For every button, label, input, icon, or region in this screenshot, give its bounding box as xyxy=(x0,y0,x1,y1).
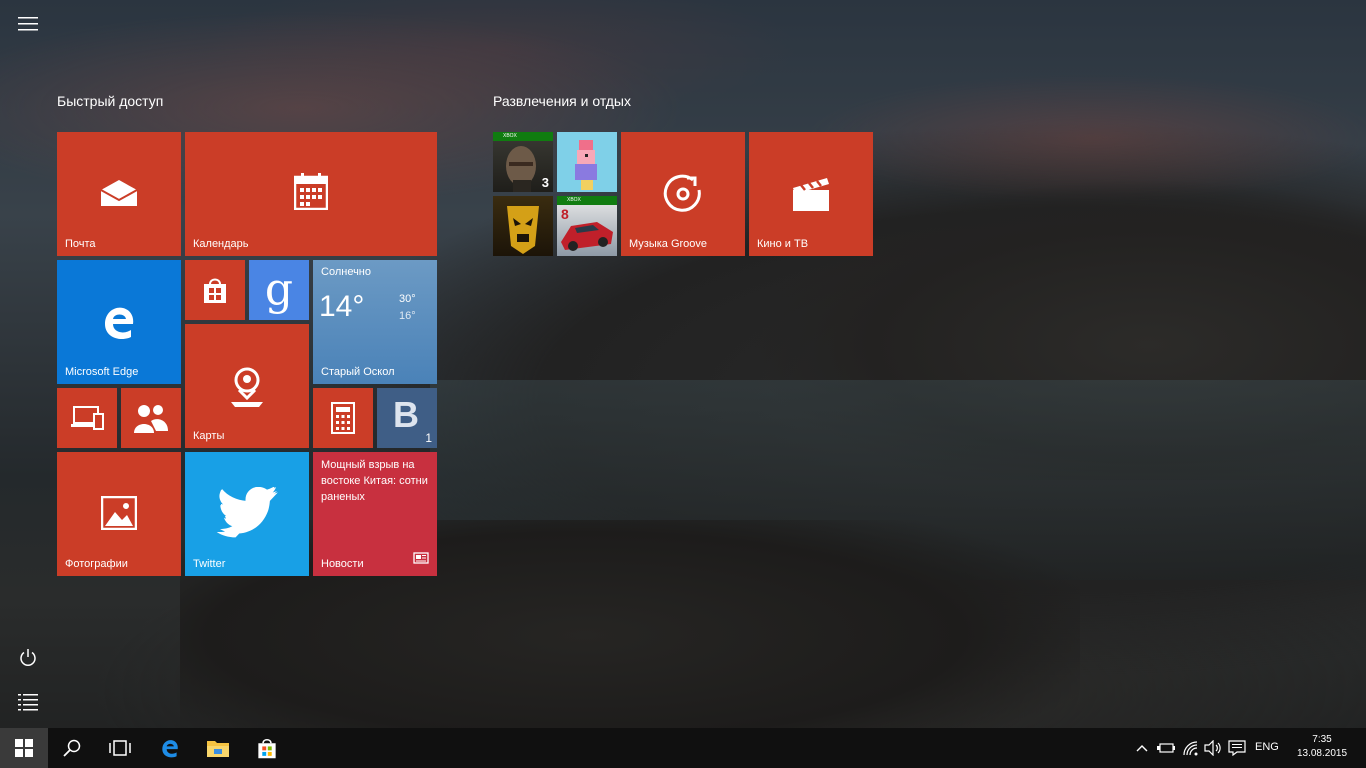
mail-icon xyxy=(99,178,139,208)
google-icon: g xyxy=(264,264,294,315)
tile-photos-label: Фотографии xyxy=(65,558,128,570)
battery-icon xyxy=(1157,743,1175,753)
taskbar-store-button[interactable] xyxy=(243,728,291,768)
shadow-game xyxy=(507,206,539,254)
groove-icon xyxy=(663,174,703,214)
speaker-icon xyxy=(1204,740,1221,756)
all-apps-icon xyxy=(18,694,38,711)
tile-google[interactable]: g xyxy=(249,260,309,320)
tile-groove-label: Музыка Groove xyxy=(629,238,708,250)
group-title-entertainment[interactable]: Развлечения и отдых xyxy=(493,93,631,109)
tile-calculator[interactable] xyxy=(313,388,373,448)
vk-logo-letter: В xyxy=(393,394,419,435)
weather-temp: 14° xyxy=(319,290,365,323)
tile-edge[interactable]: Microsoft Edge xyxy=(57,260,181,384)
tile-game-shadow[interactable] xyxy=(493,196,553,256)
taskbar-edge-button[interactable] xyxy=(146,728,194,768)
tile-mail-label: Почта xyxy=(65,238,96,250)
edge-icon xyxy=(99,302,139,342)
wifi-icon xyxy=(1183,741,1198,756)
tile-people[interactable] xyxy=(121,388,181,448)
devices-icon xyxy=(70,406,104,430)
battery-button[interactable] xyxy=(1156,738,1176,758)
volume-button[interactable] xyxy=(1203,738,1223,758)
input-language-indicator[interactable]: ENG xyxy=(1255,741,1279,753)
tile-calendar[interactable]: Календарь xyxy=(185,132,437,256)
crossy-road-game xyxy=(575,140,597,190)
tile-movies[interactable]: Кино и ТВ xyxy=(749,132,873,256)
race-car-art xyxy=(561,222,613,251)
hamburger-icon xyxy=(18,17,38,31)
weather-city: Старый Оскол xyxy=(321,366,395,378)
tile-maps-label: Карты xyxy=(193,430,225,442)
weather-low: 16° xyxy=(399,310,416,322)
photos-icon xyxy=(101,496,137,530)
weather-condition: Солнечно xyxy=(321,266,371,278)
group-title-quick-access[interactable]: Быстрый доступ xyxy=(57,93,163,109)
calendar-icon xyxy=(294,172,328,210)
tile-game-crossy[interactable] xyxy=(557,132,617,192)
tile-groove[interactable]: Музыка Groove xyxy=(621,132,745,256)
tile-vk[interactable]: В 1 xyxy=(377,388,437,448)
folder-icon xyxy=(207,741,229,757)
people-icon xyxy=(134,402,168,434)
clapperboard-icon xyxy=(791,176,831,212)
weather-high: 30° xyxy=(399,293,416,305)
tile-twitter-label: Twitter xyxy=(193,558,226,570)
network-button[interactable] xyxy=(1181,738,1201,758)
action-center-button[interactable] xyxy=(1227,738,1247,758)
tile-game-asphalt[interactable]: XBOX 8 xyxy=(557,196,617,256)
show-hidden-icons-button[interactable] xyxy=(1132,738,1152,758)
tile-store[interactable] xyxy=(185,260,245,320)
tile-twitter[interactable]: Twitter xyxy=(185,452,309,576)
calculator-icon xyxy=(331,402,355,434)
chevron-up-icon xyxy=(1136,745,1148,752)
power-icon xyxy=(20,649,36,666)
tile-photos[interactable]: Фотографии xyxy=(57,452,181,576)
tile-maps[interactable]: Карты xyxy=(185,324,309,448)
tile-news-label: Новости xyxy=(321,558,364,570)
tile-game-hitman[interactable]: XBOX 3 xyxy=(493,132,553,192)
tile-devices[interactable] xyxy=(57,388,117,448)
taskbar: ENG 7:35 13.08.2015 xyxy=(0,728,1366,768)
hamburger-menu-button[interactable] xyxy=(8,4,48,44)
edge-icon xyxy=(162,740,178,758)
news-icon xyxy=(413,551,429,569)
store-icon xyxy=(258,738,276,759)
tile-weather[interactable]: Солнечно 14° 30° 16° Старый Оскол xyxy=(313,260,437,384)
vk-badge-count: 1 xyxy=(425,431,432,445)
store-icon xyxy=(202,276,228,304)
taskbar-explorer-button[interactable] xyxy=(194,728,242,768)
tile-movies-label: Кино и ТВ xyxy=(757,238,809,250)
power-button[interactable] xyxy=(8,638,48,678)
search-button[interactable] xyxy=(48,728,96,768)
all-apps-button[interactable] xyxy=(8,682,48,722)
clock-time: 7:35 xyxy=(1312,734,1332,745)
task-view-icon xyxy=(109,740,131,756)
search-icon xyxy=(63,739,81,757)
clock-date: 13.08.2015 xyxy=(1296,748,1348,759)
clock[interactable]: 7:35 13.08.2015 xyxy=(1290,733,1354,761)
tile-mail[interactable]: Почта xyxy=(57,132,181,256)
start-button[interactable] xyxy=(0,728,48,768)
tile-news[interactable]: Мощный взрыв на востоке Китая: сотни ран… xyxy=(313,452,437,576)
tile-calendar-label: Календарь xyxy=(193,238,249,250)
news-headline: Мощный взрыв на востоке Китая: сотни ран… xyxy=(321,459,428,503)
action-center-icon xyxy=(1228,740,1246,756)
start-left-rail xyxy=(0,0,56,728)
tile-edge-label: Microsoft Edge xyxy=(65,366,139,378)
twitter-icon xyxy=(215,486,279,540)
maps-icon xyxy=(227,364,267,408)
windows-logo-icon xyxy=(15,739,33,757)
game-number-badge: 3 xyxy=(541,175,549,190)
task-view-button[interactable] xyxy=(96,728,144,768)
